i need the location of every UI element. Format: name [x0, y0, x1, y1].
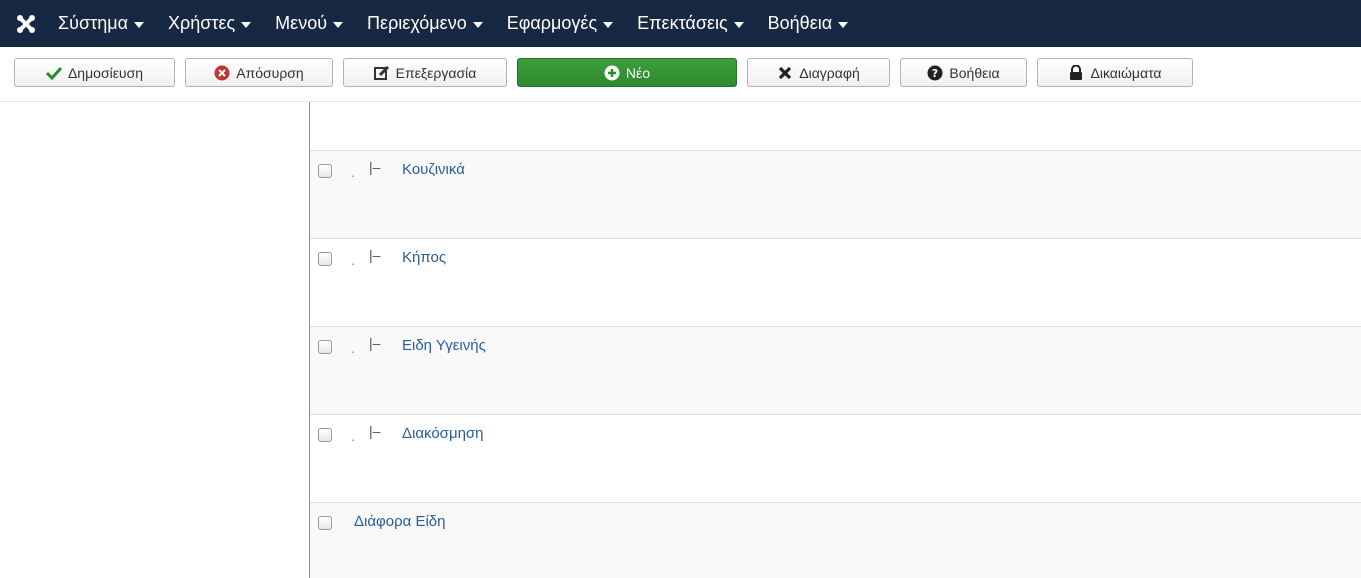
- edit-label: Επεξεργασία: [395, 64, 477, 81]
- chevron-down-icon: [603, 21, 614, 28]
- category-title-link[interactable]: Διακόσμηση: [402, 425, 484, 442]
- category-title-link[interactable]: Ειδη Υγεινής: [402, 337, 486, 354]
- table-header-row: [310, 102, 1361, 151]
- level-indicator: .: [351, 428, 355, 444]
- publish-button[interactable]: Δημοσίευση: [14, 58, 175, 87]
- publish-label: Δημοσίευση: [67, 64, 144, 81]
- chevron-down-icon: [133, 21, 144, 28]
- chevron-down-icon: [733, 21, 744, 28]
- table-row: . |– Κουζινικά: [310, 151, 1361, 239]
- delete-label: Διαγραφή: [799, 64, 860, 81]
- help-label: Βοήθεια: [949, 64, 1000, 81]
- permissions-label: Δικαιώματα: [1090, 64, 1162, 81]
- table-row: . |– Ειδη Υγεινής: [310, 327, 1361, 415]
- new-label: Νέο: [625, 64, 651, 81]
- level-indicator: .: [351, 164, 355, 180]
- menu-label: Επεκτάσεις: [637, 13, 728, 33]
- main-menu: Σύστημα Χρήστες Μενού Περιεχόμενο Εφαρμο…: [58, 13, 872, 34]
- menu-components[interactable]: Εφαρμογές: [506, 13, 614, 34]
- menu-label: Χρήστες: [167, 13, 236, 33]
- cancel-circle-icon: [214, 65, 230, 81]
- new-button[interactable]: Νέο: [517, 58, 737, 87]
- category-title-link[interactable]: Διάφορα Είδη: [354, 513, 446, 530]
- menu-content[interactable]: Περιεχόμενο: [367, 13, 483, 34]
- tree-branch-indicator: |–: [369, 335, 381, 351]
- menu-help[interactable]: Βοήθεια: [767, 13, 849, 34]
- delete-button[interactable]: Διαγραφή: [747, 58, 890, 87]
- menu-system[interactable]: Σύστημα: [58, 13, 144, 34]
- unpublish-button[interactable]: Απόσυρση: [185, 58, 333, 87]
- chevron-down-icon: [838, 21, 849, 28]
- table-row: Διάφορα Είδη: [310, 503, 1361, 578]
- row-checkbox[interactable]: [318, 340, 332, 354]
- menu-extensions[interactable]: Επεκτάσεις: [637, 13, 744, 34]
- top-navbar: Σύστημα Χρήστες Μενού Περιεχόμενο Εφαρμο…: [0, 0, 1361, 47]
- categories-table: . |– Κουζινικά . |– Κήπος . |– Ειδη Υγει…: [310, 102, 1361, 578]
- permissions-button[interactable]: Δικαιώματα: [1037, 58, 1193, 87]
- checkmark-icon: [45, 65, 62, 81]
- joomla-logo-icon[interactable]: [12, 10, 40, 38]
- chevron-down-icon: [472, 21, 483, 28]
- category-title-link[interactable]: Κουζινικά: [402, 161, 465, 178]
- row-checkbox[interactable]: [318, 516, 332, 530]
- table-row: . |– Κήπος: [310, 239, 1361, 327]
- tree-branch-indicator: |–: [369, 159, 381, 175]
- edit-button[interactable]: Επεξεργασία: [343, 58, 507, 87]
- svg-text:?: ?: [932, 67, 938, 80]
- menu-users[interactable]: Χρήστες: [167, 13, 252, 34]
- table-row: . |– Διακόσμηση: [310, 415, 1361, 503]
- category-title-link[interactable]: Κήπος: [402, 249, 446, 266]
- close-icon: [777, 65, 793, 81]
- plus-circle-icon: [604, 65, 620, 81]
- menu-label: Βοήθεια: [767, 13, 833, 33]
- unpublish-label: Απόσυρση: [236, 64, 304, 81]
- menu-menus[interactable]: Μενού: [275, 13, 344, 34]
- question-circle-icon: ?: [927, 65, 943, 81]
- tree-branch-indicator: |–: [369, 423, 381, 439]
- menu-label: Εφαρμογές: [506, 13, 598, 33]
- menu-label: Σύστημα: [58, 13, 128, 33]
- lock-icon: [1068, 64, 1084, 81]
- tree-branch-indicator: |–: [369, 247, 381, 263]
- chevron-down-icon: [333, 21, 344, 28]
- row-checkbox[interactable]: [318, 164, 332, 178]
- menu-label: Μενού: [275, 13, 328, 33]
- row-checkbox[interactable]: [318, 252, 332, 266]
- help-button[interactable]: ? Βοήθεια: [900, 58, 1027, 87]
- level-indicator: .: [351, 252, 355, 268]
- chevron-down-icon: [241, 21, 252, 28]
- edit-icon: [373, 65, 390, 81]
- level-indicator: .: [351, 340, 355, 356]
- menu-label: Περιεχόμενο: [367, 13, 467, 33]
- row-checkbox[interactable]: [318, 428, 332, 442]
- toolbar: Δημοσίευση Απόσυρση Επεξεργασία Νέο Διαγ…: [0, 47, 1361, 102]
